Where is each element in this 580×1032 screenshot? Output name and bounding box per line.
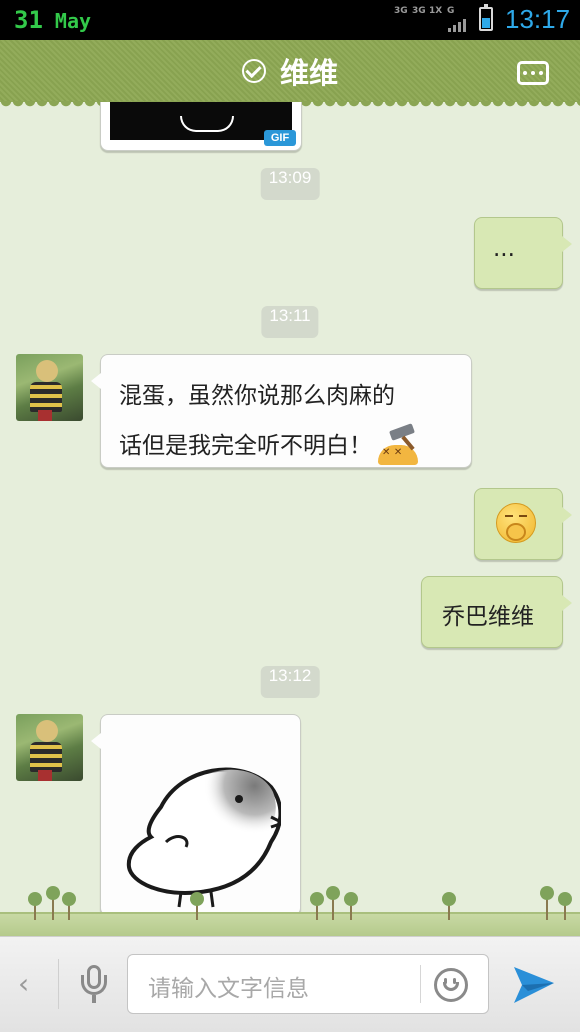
verified-check-icon [241,59,266,83]
network-label-3g-2: 3G [412,6,426,16]
chat-header: 维维 [0,40,580,109]
timestamp: 13:11 [261,306,319,338]
status-bar: 31 May 3G 3G 1X G 13:17 [0,0,580,40]
chat-title: 维维 [279,56,338,90]
message-input[interactable]: 请输入文字信息 [127,954,489,1014]
incoming-message[interactable]: 混蛋，虽然你说那么肉麻的 话但是我完全听不明白！ [91,354,472,468]
input-bar: ‹ 请输入文字信息 [0,936,580,1032]
message-text-line: 话但是我完全听不明白！ [119,433,372,459]
outgoing-emoji-message[interactable] [474,488,572,560]
message-list[interactable]: GIF 13:09 ... 13:11 混蛋，虽然你说那么肉麻的 话但是我完全听… [0,102,580,932]
status-date: 31 May [14,6,91,34]
outgoing-message[interactable]: 乔巴维维 [421,576,572,648]
send-icon[interactable] [512,963,556,1005]
status-month: May [54,9,92,33]
gif-badge: GIF [264,130,296,146]
message-input-placeholder: 请输入文字信息 [148,976,309,1002]
message-text: ... [493,236,515,262]
smiley-icon[interactable] [434,968,468,1002]
sticker-message[interactable] [91,714,301,916]
network-label-3g: 3G [394,6,408,16]
battery-icon [479,4,493,31]
mic-icon[interactable] [80,965,108,1003]
divider [420,965,421,1003]
network-label-1x: 1X [429,6,443,16]
message-text-line: 混蛋，虽然你说那么肉麻的 [119,383,395,409]
signal-icon: 3G 3G 1X G [394,6,468,32]
timestamp: 13:12 [260,666,320,698]
gif-message[interactable]: GIF [100,102,302,151]
outgoing-message[interactable]: ... [474,217,572,289]
timestamp: 13:09 [260,168,320,200]
message-text: 乔巴维维 [442,604,534,630]
divider [58,959,59,1009]
more-icon[interactable] [517,61,549,85]
network-label-g: G [447,6,455,16]
back-icon[interactable]: ‹ [18,967,29,1000]
hammer-emoji-icon [378,422,420,465]
yawn-emoji-icon [496,503,536,543]
avatar[interactable] [16,354,83,421]
avatar[interactable] [16,714,83,781]
status-time: 13:17 [505,4,571,34]
bird-sticker-icon [126,767,281,908]
status-day: 31 [14,6,43,34]
